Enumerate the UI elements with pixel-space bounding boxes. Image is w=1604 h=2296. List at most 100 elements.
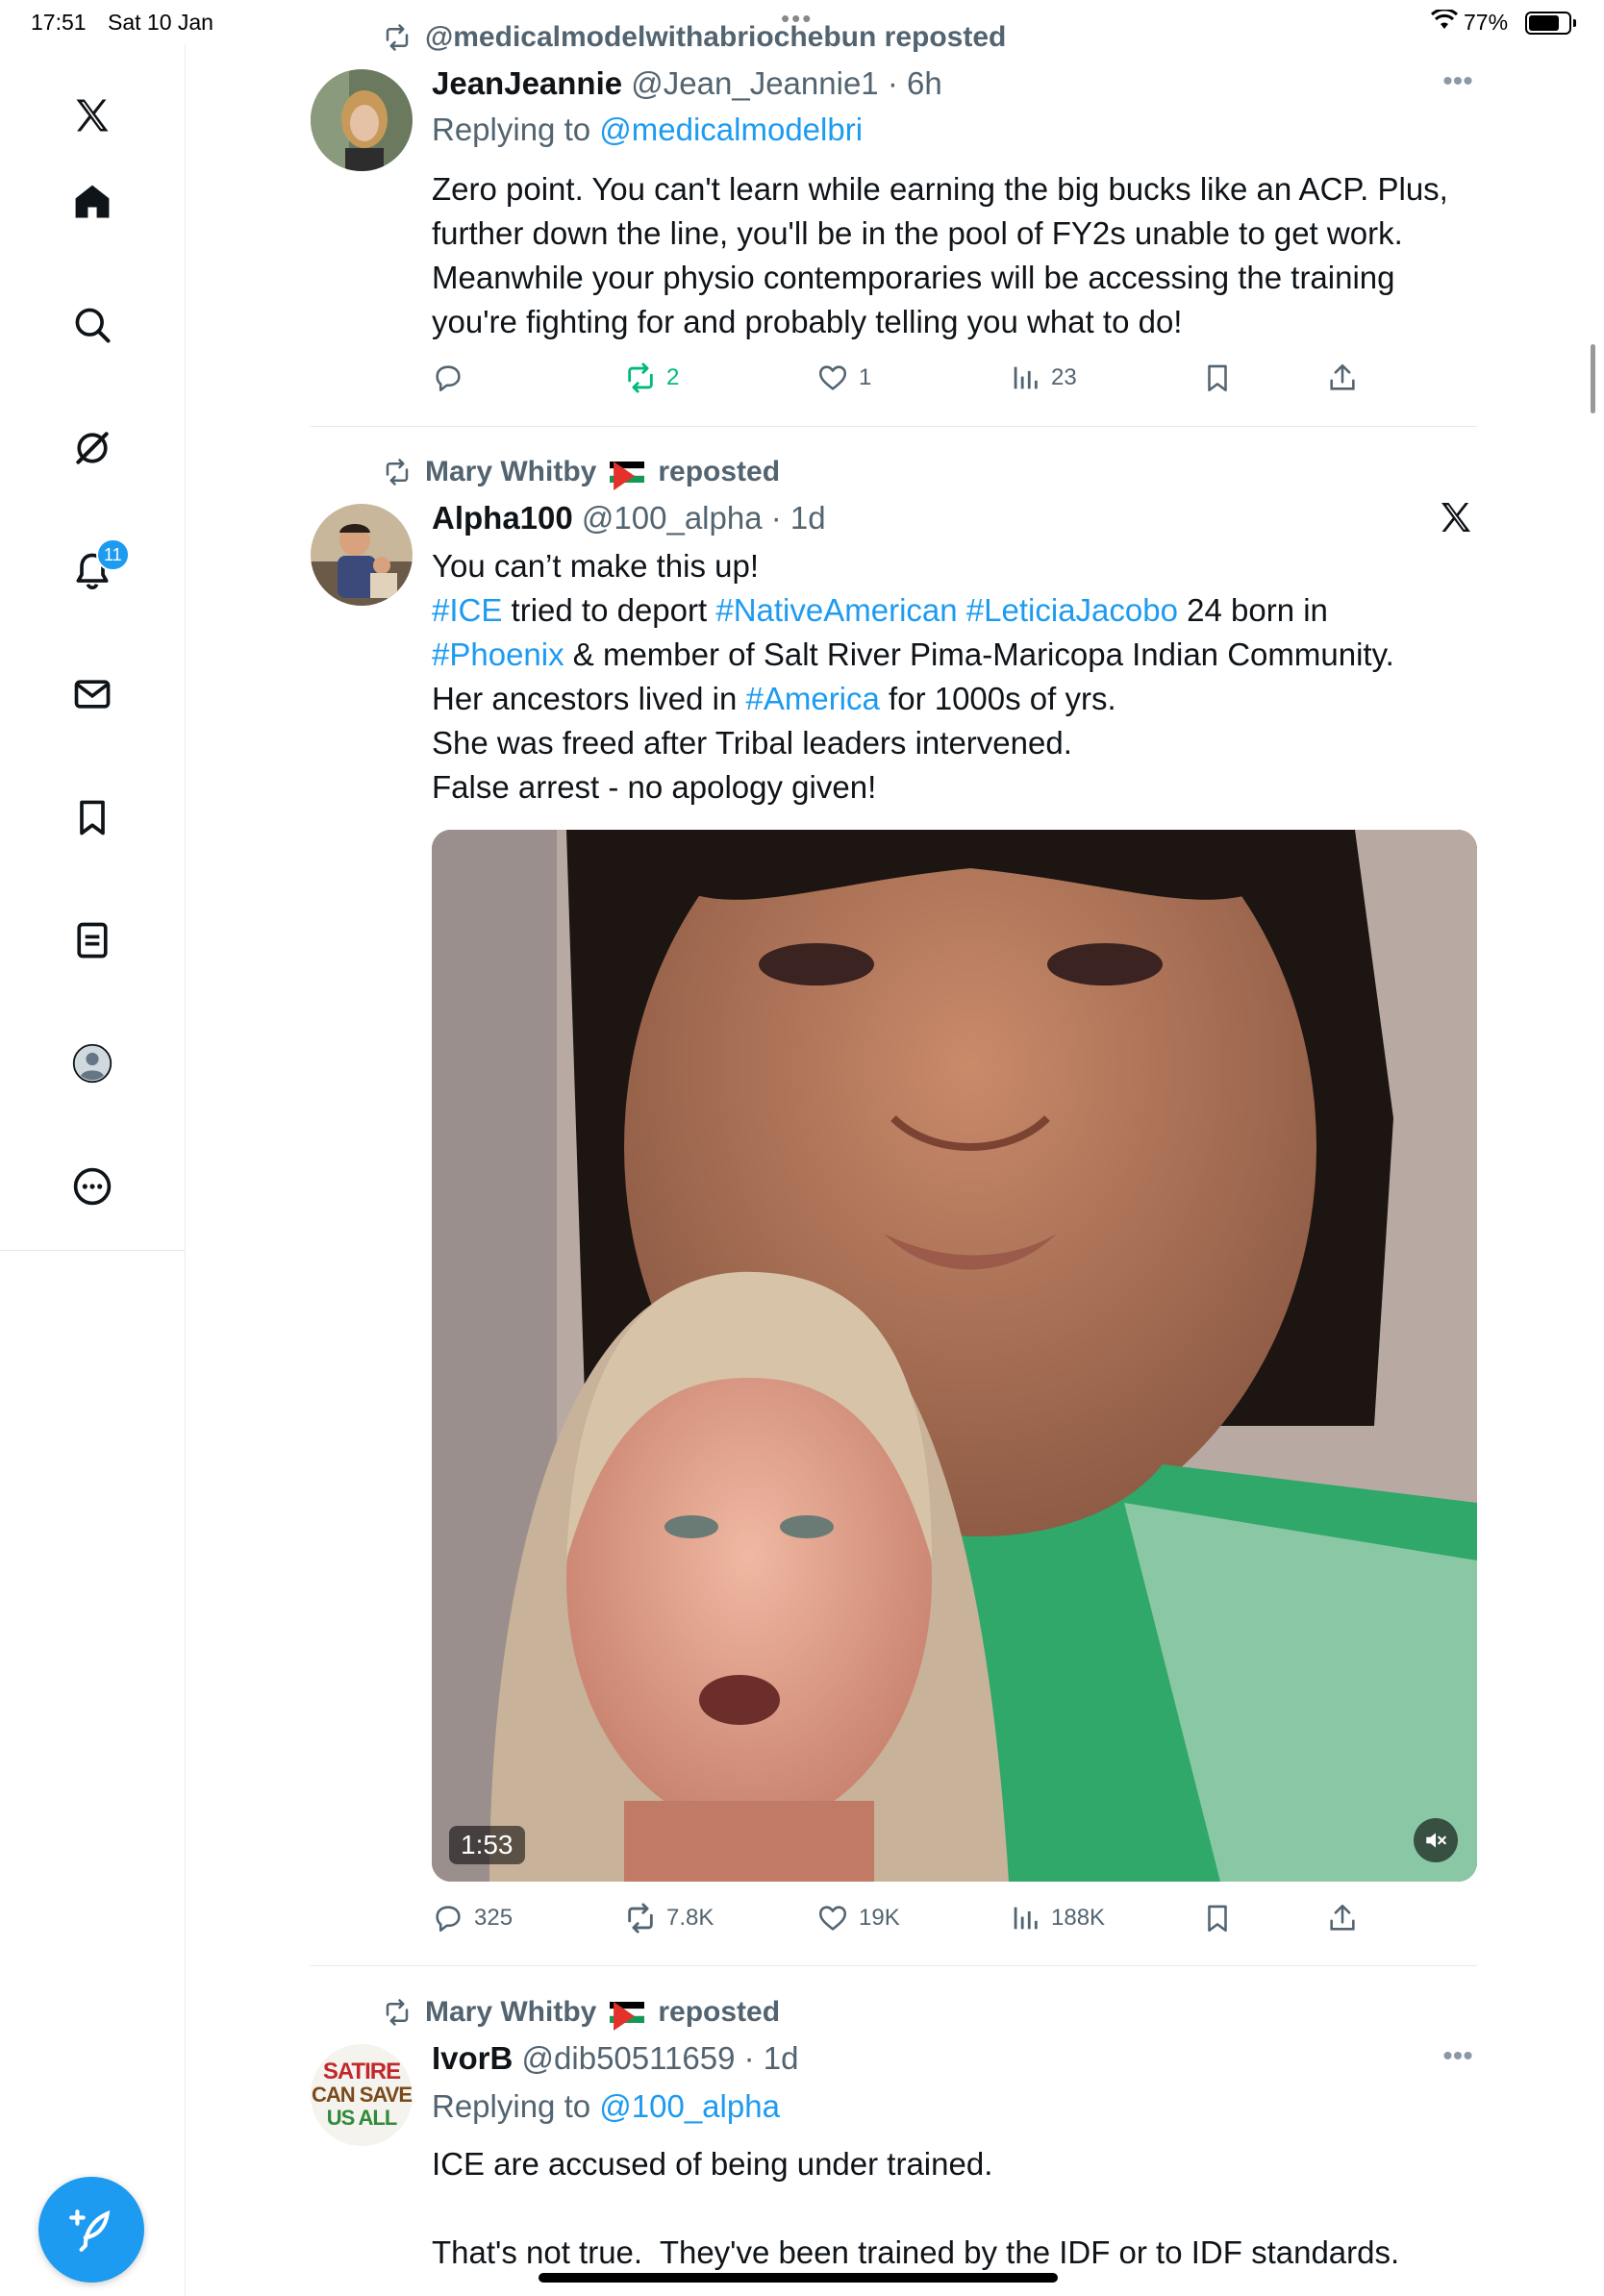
- tweet-text-segment: 24 born in: [1187, 592, 1328, 628]
- retweet-icon: [628, 362, 653, 393]
- more-options-icon[interactable]: •••: [1439, 65, 1477, 104]
- heart-icon: [818, 1906, 847, 1931]
- display-name[interactable]: Alpha100: [432, 500, 573, 536]
- repost-indicator: Mary Whitby reposted: [383, 456, 780, 490]
- tweet-separator: [311, 1965, 1477, 1966]
- reply-button[interactable]: [432, 354, 474, 402]
- repost-indicator: @medicalmodelwithabriochebun reposted: [383, 21, 1006, 54]
- sidebar-item-messages[interactable]: [63, 665, 121, 723]
- retweet-icon: [386, 1999, 409, 2026]
- bookmark-button[interactable]: [1201, 354, 1234, 402]
- user-handle[interactable]: @dib50511659: [522, 2040, 736, 2076]
- video-thumbnail: [432, 830, 1477, 1882]
- tweet-actions: 2 1 23: [432, 354, 1477, 402]
- repost-label[interactable]: @medicalmodelwithabriochebun reposted: [425, 21, 1006, 54]
- tweet-header: Alpha100 @100_alpha · 1d: [432, 500, 826, 536]
- grok-icon: [76, 432, 109, 464]
- display-name[interactable]: IvorB: [432, 2040, 513, 2076]
- avatar[interactable]: [311, 504, 413, 606]
- bookmark-icon: [80, 800, 105, 836]
- sidebar-item-more[interactable]: [63, 1158, 121, 1215]
- heart-icon: [818, 365, 847, 390]
- hashtag-link[interactable]: #Phoenix: [432, 636, 564, 672]
- sidebar-item-bookmarks[interactable]: [63, 788, 121, 846]
- repost-user[interactable]: Mary Whitby: [425, 1996, 596, 2029]
- views-icon: [1014, 366, 1038, 389]
- palestine-flag-icon: [610, 462, 645, 490]
- search-icon: [75, 308, 111, 343]
- retweet-icon: [386, 459, 409, 486]
- retweet-icon: [386, 24, 409, 51]
- sidebar-item-notifications[interactable]: 11: [63, 538, 130, 600]
- user-handle[interactable]: @Jean_Jeannie1: [631, 65, 878, 101]
- reply-mention-link[interactable]: @100_alpha: [599, 2088, 780, 2124]
- tweet-text: You can’t make this up! #ICE tried to de…: [432, 544, 1480, 810]
- tweet-separator: [311, 426, 1477, 427]
- tweet-text: ICE are accused of being under trained. …: [432, 2146, 1400, 2270]
- retweet-button[interactable]: 2: [624, 354, 679, 402]
- scrollbar[interactable]: [1591, 344, 1595, 413]
- reply-button[interactable]: 325: [432, 1894, 513, 1942]
- tweet-actions: 325 7.8K 19K 188K: [432, 1894, 1477, 1942]
- share-button[interactable]: [1326, 1894, 1359, 1942]
- x-logo-icon[interactable]: [63, 87, 121, 144]
- views-icon: [1014, 1907, 1038, 1930]
- tweet-video[interactable]: 1:53: [432, 830, 1477, 1882]
- repost-user[interactable]: Mary Whitby: [425, 456, 596, 488]
- mail-icon: [74, 680, 111, 709]
- tweet-header: IvorB @dib50511659 · 1d: [432, 2040, 799, 2076]
- tweet-time[interactable]: 1d: [764, 2040, 799, 2076]
- mute-button[interactable]: [1414, 1818, 1458, 1862]
- like-button[interactable]: 1: [816, 354, 871, 402]
- compose-button[interactable]: [38, 2177, 144, 2283]
- status-time: 17:51: [31, 10, 87, 35]
- avatar[interactable]: [311, 69, 413, 171]
- list-icon: [77, 922, 108, 959]
- views-button[interactable]: 23: [1009, 354, 1077, 402]
- reply-icon: [436, 1906, 461, 1933]
- status-date: Sat 10 Jan: [108, 10, 213, 35]
- replying-to: Replying to @medicalmodelbri: [432, 112, 864, 147]
- tweet-time[interactable]: 1d: [790, 500, 826, 536]
- hashtag-link[interactable]: #ICE: [432, 592, 502, 628]
- tweet-header: JeanJeannie @Jean_Jeannie1 · 6h: [432, 65, 942, 101]
- tweet-text-segment: You can’t make this up!: [432, 548, 759, 584]
- retweet-button[interactable]: 7.8K: [624, 1894, 714, 1942]
- bookmark-button[interactable]: [1201, 1894, 1234, 1942]
- compose-icon: [69, 2209, 111, 2252]
- sidebar-item-home[interactable]: [63, 173, 121, 231]
- like-button[interactable]: 19K: [816, 1894, 900, 1942]
- home-indicator[interactable]: [539, 2273, 1058, 2283]
- replying-to: Replying to @100_alpha: [432, 2088, 780, 2124]
- notification-badge: 11: [96, 538, 130, 571]
- hashtag-link[interactable]: #LeticiaJacobo: [966, 592, 1178, 628]
- avatar[interactable]: SATIRE CAN SAVE US ALL: [311, 2044, 413, 2146]
- battery-icon: [1525, 12, 1576, 35]
- tweet-time[interactable]: 6h: [907, 65, 942, 101]
- more-options-icon[interactable]: •••: [1439, 2040, 1477, 2079]
- hashtag-link[interactable]: #America: [745, 681, 879, 716]
- tweet-text: Zero point. You can't learn while earnin…: [432, 171, 1458, 339]
- repost-indicator: Mary Whitby reposted: [383, 1996, 780, 2031]
- x-logo-icon[interactable]: [1435, 498, 1477, 540]
- share-button[interactable]: [1326, 354, 1359, 402]
- battery-percentage: 77%: [1464, 10, 1509, 35]
- views-button[interactable]: 188K: [1009, 1894, 1105, 1942]
- share-icon: [1330, 363, 1355, 390]
- display-name[interactable]: JeanJeannie: [432, 65, 622, 101]
- reply-mention-link[interactable]: @medicalmodelbri: [599, 112, 863, 147]
- tweet-text-segment: tried to deport: [502, 592, 716, 628]
- sidebar-item-lists[interactable]: [63, 911, 121, 969]
- video-duration: 1:53: [449, 1826, 525, 1864]
- sidebar-item-grok[interactable]: [63, 419, 121, 477]
- sidebar-item-explore[interactable]: [63, 296, 121, 354]
- retweet-icon: [628, 1903, 653, 1934]
- sidebar-item-profile[interactable]: [63, 1035, 121, 1092]
- bookmark-icon: [1208, 364, 1227, 392]
- home-icon: [75, 185, 110, 218]
- hashtag-link[interactable]: #NativeAmerican: [715, 592, 957, 628]
- share-icon: [1330, 1904, 1355, 1931]
- more-circle-icon: [73, 1167, 112, 1206]
- sidebar-divider: [0, 1250, 185, 1251]
- user-handle[interactable]: @100_alpha: [582, 500, 763, 536]
